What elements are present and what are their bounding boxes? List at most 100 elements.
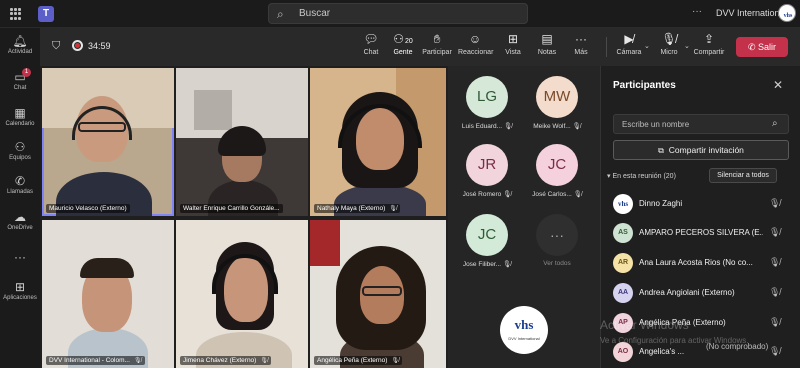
participant-row[interactable]: AR Ana Laura Acosta Rios (No co... 🎙︎̸ [613, 253, 789, 275]
rail-label: Chat [13, 85, 27, 91]
participant-name-text: Walter Enrique Carrillo Gonzále... [183, 205, 280, 212]
teams-logo: T [38, 6, 54, 22]
notes-button[interactable]: ▤ Notas [530, 32, 564, 62]
view-label: Vista [505, 49, 521, 56]
windows-activation-watermark: Activar Windows [600, 318, 689, 332]
view-all-button[interactable]: ··· Ver todos [522, 214, 592, 267]
gallery-item[interactable]: JC Jose Filiber... 🎙︎̸ [452, 214, 522, 268]
bell-icon: 🔔︎ [12, 34, 28, 48]
participant-row[interactable]: AS AMPARO PECEROS SILVERA (E... 🎙︎̸ [613, 223, 789, 245]
people-label: Gente [393, 49, 413, 56]
react-button[interactable]: ☺ Reaccionar [458, 32, 493, 62]
people-count: 20 [404, 38, 413, 45]
toolbar-divider [606, 37, 607, 57]
more-icon: ··· [536, 214, 578, 256]
close-icon[interactable]: ✕ [773, 78, 783, 92]
people-button[interactable]: ⚇20 Gente [386, 32, 420, 62]
share-icon: ⇪ [703, 32, 715, 46]
apps-icon: ⊞ [14, 280, 26, 294]
more-button[interactable]: ··· Más [564, 32, 598, 62]
camera-off-icon: ▶︎̸ [624, 32, 634, 46]
video-tile[interactable]: Walter Enrique Carrillo Gonzále... [176, 68, 308, 216]
gallery-name: Luis Eduard... 🎙︎̸ [452, 122, 522, 130]
share-button[interactable]: ⇪ Compartir [692, 32, 726, 62]
gallery-name-text: Luis Eduard... [461, 123, 503, 130]
logo-subtext: DVV International [508, 336, 540, 341]
view-button[interactable]: ⊞ Vista [496, 32, 530, 62]
rail-activity[interactable]: 🔔︎ Actividad [0, 34, 40, 55]
gallery-name-text: José Carlos... [532, 191, 572, 198]
leave-button[interactable]: ✆ Salir [736, 37, 788, 57]
participant-name-text: Jimena Chávez (Externo) [183, 357, 257, 364]
participant-name: Mauricio Velasco (Externo) [46, 204, 130, 213]
camera-label: Cámara [616, 49, 642, 56]
rail-chat[interactable]: ▭ 1 Chat [0, 68, 40, 91]
avatar: MW [536, 76, 578, 118]
search-placeholder: Escribe un nombre [622, 120, 690, 129]
gallery-item[interactable]: JC José Carlos... 🎙︎̸ [522, 144, 592, 198]
raise-label: Participar [422, 49, 452, 56]
participant-name-text: Mauricio Velasco (Externo) [49, 205, 127, 212]
svg-text:vhs: vhs [784, 13, 793, 19]
camera-button[interactable]: ▶︎̸ Cámara [612, 32, 646, 62]
video-tile[interactable]: DVV International - Colom... 🎙︎̸ [42, 220, 174, 368]
mic-button[interactable]: 🎙︎̸ Micro [652, 32, 686, 62]
more-icon: ··· [14, 250, 26, 264]
chevron-down-icon[interactable]: ⌄ [684, 42, 690, 50]
avatar: AR [613, 253, 633, 273]
gallery-name: Meike Wolf... 🎙︎̸ [522, 122, 592, 130]
leave-label: Salir [758, 42, 777, 52]
notes-label: Notas [537, 49, 557, 56]
app-launcher-icon[interactable] [10, 8, 22, 20]
share-link-icon: ⧉ [658, 146, 664, 155]
gallery-item[interactable]: JR José Romero 🎙︎̸ [452, 144, 522, 198]
people-icon: ⚇20 [393, 32, 413, 46]
video-tile[interactable]: Angélica Peña (Externo) 🎙︎̸ [310, 220, 446, 368]
more-icon: ··· [575, 32, 587, 46]
chevron-down-icon[interactable]: ⌄ [644, 42, 650, 50]
video-tile[interactable]: Nathaly Maya (Externo) 🎙︎̸ [310, 68, 446, 216]
rail-more[interactable]: ··· [0, 250, 40, 264]
mic-off-icon: 🎙︎̸ [769, 198, 781, 208]
profile-avatar[interactable]: vhs [778, 4, 796, 22]
video-tile[interactable]: Jimena Chávez (Externo) 🎙︎̸ [176, 220, 308, 368]
raise-hand-button[interactable]: ✋︎ Participar [420, 32, 454, 62]
gallery-name: José Romero 🎙︎̸ [452, 190, 522, 198]
shield-icon: ⛉ [52, 40, 61, 52]
mic-off-icon: 🎙︎̸ [503, 191, 512, 198]
video-tile[interactable]: Mauricio Velasco (Externo) [42, 68, 174, 216]
window [194, 90, 232, 130]
calendar-icon: ▦ [14, 106, 26, 120]
section-header[interactable]: ▾ En esta reunión (20) [607, 172, 676, 180]
mic-off-icon: 🎙︎̸ [769, 317, 781, 327]
mic-off-icon: 🎙︎̸ [391, 358, 400, 364]
title-bar: T ⌕ Buscar ··· DVV International vhs [0, 0, 800, 28]
search-box[interactable]: ⌕ Buscar [268, 3, 528, 24]
more-options-icon[interactable]: ··· [692, 6, 702, 17]
participant-row[interactable]: vhs Dinno Zaghi 🎙︎̸ [613, 194, 789, 216]
mute-all-button[interactable]: Silenciar a todos [709, 168, 777, 183]
avatar: JC [466, 214, 508, 256]
notes-icon: ▤ [541, 32, 553, 46]
rail-calendar[interactable]: ▦ Calendario [0, 106, 40, 127]
phone-icon: ✆ [14, 174, 26, 188]
rail-onedrive[interactable]: ☁ OneDrive [0, 210, 40, 231]
rail-calls[interactable]: ✆ Llamadas [0, 174, 40, 195]
gallery-item[interactable]: MW Meike Wolf... 🎙︎̸ [522, 76, 592, 130]
participant-name: Dinno Zaghi [639, 199, 683, 208]
grid-icon: ⊞ [507, 32, 519, 46]
rail-label: OneDrive [7, 225, 33, 231]
gallery-name: José Carlos... 🎙︎̸ [522, 190, 592, 198]
rail-apps[interactable]: ⊞ Aplicaciones [0, 280, 40, 301]
participant-name: Angélica Peña (Externo) 🎙︎̸ [314, 356, 403, 365]
share-invite-button[interactable]: ⧉ Compartir invitación [613, 140, 789, 160]
chat-button[interactable]: 💬︎ Chat [354, 32, 388, 62]
avatar: AA [613, 283, 633, 303]
rail-teams[interactable]: ⚇ Equipos [0, 140, 40, 161]
participant-search-input[interactable]: Escribe un nombre ⌕ [613, 114, 789, 134]
app-rail: 🔔︎ Actividad ▭ 1 Chat ▦ Calendario ⚇ Equipos … [0, 28, 40, 368]
participant-name-text: Nathaly Maya (Externo) [317, 205, 386, 212]
gallery-item[interactable]: LG Luis Eduard... 🎙︎̸ [452, 76, 522, 130]
mic-off-icon: 🎙︎̸ [572, 123, 581, 130]
participant-row[interactable]: AA Andrea Angiolani (Externo) 🎙︎̸ [613, 283, 789, 305]
